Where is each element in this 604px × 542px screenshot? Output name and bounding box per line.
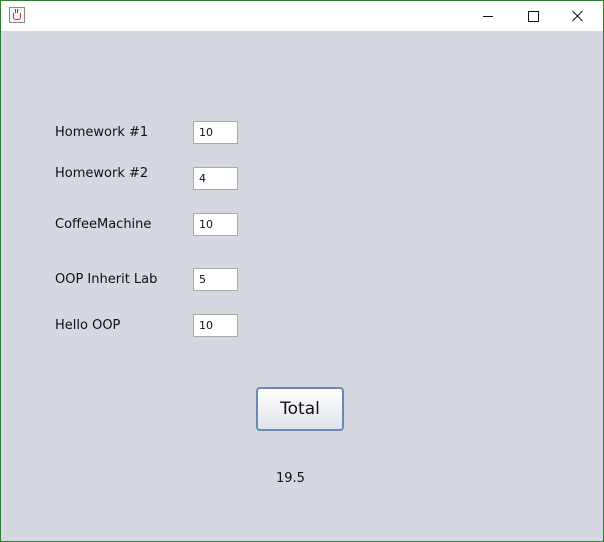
minimize-icon [483,15,493,17]
close-button[interactable] [555,1,601,31]
minimize-button[interactable] [465,1,511,31]
app-window: Homework #1 Homework #2 CoffeeMachine OO… [0,0,604,542]
homework-1-field[interactable] [193,121,238,144]
java-coffee-cup-icon[interactable] [9,7,25,23]
hello-oop-field[interactable] [193,314,238,337]
homework-2-label: Homework #2 [55,166,149,181]
form-panel: Homework #1 Homework #2 CoffeeMachine OO… [1,31,603,541]
title-bar[interactable] [1,1,603,31]
close-icon [572,10,584,22]
maximize-button[interactable] [510,1,556,31]
coffee-machine-field[interactable] [193,213,238,236]
homework-1-label: Homework #1 [55,125,149,140]
hello-oop-label: Hello OOP [55,318,121,333]
oop-inherit-lab-field[interactable] [193,268,238,291]
total-result: 19.5 [276,471,305,486]
coffee-machine-label: CoffeeMachine [55,217,152,232]
maximize-icon [527,10,539,22]
total-button[interactable]: Total [256,387,344,431]
oop-inherit-lab-label: OOP Inherit Lab [55,272,158,287]
homework-2-field[interactable] [193,167,238,190]
